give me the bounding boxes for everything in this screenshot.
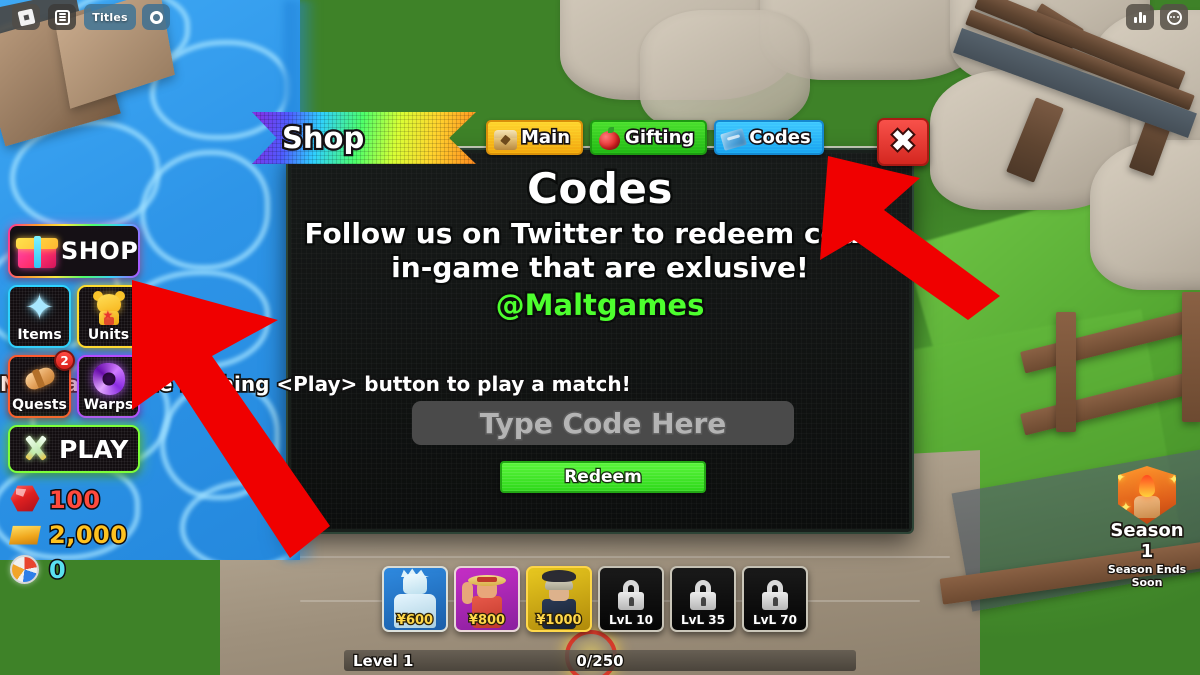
season-name: Season 1 xyxy=(1109,518,1185,563)
page-title: Codes xyxy=(525,164,675,213)
game-screen: Titles SHOP Items ★ xyxy=(0,0,1200,675)
codes-description-line-2: in-game that are exlusive! xyxy=(389,248,811,285)
xp-progress-bar: Level 1 0/250 xyxy=(344,650,856,671)
tab-gifting[interactable]: Gifting xyxy=(590,120,708,155)
unit-slot-locked[interactable]: LvL 10 xyxy=(598,566,664,632)
sidebar-row-2: 2 Quests Warps xyxy=(8,350,148,418)
currency-list: 100 2,000 0 xyxy=(8,484,148,585)
crossed-swords-icon xyxy=(18,432,54,466)
quests-label: Quests xyxy=(11,396,68,414)
shop-tabs: Main Gifting Codes xyxy=(486,120,824,155)
gift-box-icon xyxy=(16,232,58,270)
scroll-icon xyxy=(21,362,59,396)
roblox-topbar: Titles xyxy=(0,0,1200,34)
unit-slot-locked[interactable]: LvL 35 xyxy=(670,566,736,632)
more-chat-icon[interactable] xyxy=(1160,4,1188,30)
tab-main-label: Main xyxy=(519,125,571,149)
unit-slot-locked[interactable]: LvL 70 xyxy=(742,566,808,632)
lock-icon xyxy=(690,580,716,610)
gold-value: 2,000 xyxy=(47,519,128,550)
titles-button[interactable]: Titles xyxy=(84,4,136,30)
red-gem-icon xyxy=(8,485,42,515)
season-badge[interactable]: ✦ ✦ ✦ Season 1 Season Ends Soon xyxy=(1104,466,1190,590)
shop-banner: Shop xyxy=(252,112,476,164)
unit-price: ¥800 xyxy=(468,612,507,630)
titles-label: Titles xyxy=(92,10,128,24)
left-sidebar: SHOP Items ★ Units 2 Quests xyxy=(8,224,148,585)
pavement-seam xyxy=(250,556,950,558)
unlock-level: LvL 35 xyxy=(680,612,726,628)
sidebar-item-play[interactable]: PLAY xyxy=(8,425,140,473)
gear-icon[interactable] xyxy=(142,4,170,30)
sidebar-row-1: Items ★ Units xyxy=(8,285,148,348)
sidebar-item-units[interactable]: ★ Units xyxy=(77,285,140,348)
stats-bar-chart-icon[interactable] xyxy=(1126,4,1154,30)
unit-price: ¥600 xyxy=(396,612,435,630)
unit-slot[interactable]: ¥1000 xyxy=(526,566,592,632)
close-button[interactable]: ✖ xyxy=(877,118,929,166)
codes-description-line-1: Follow us on Twitter to redeem codes xyxy=(302,215,898,252)
blue-ticket-icon xyxy=(719,125,748,154)
roblox-logo-icon[interactable] xyxy=(12,4,40,30)
quests-badge: 2 xyxy=(54,350,75,371)
units-label: Units xyxy=(87,326,130,344)
season-shield-icon: ✦ ✦ ✦ xyxy=(1118,466,1176,524)
redeem-label: Redeem xyxy=(563,466,643,489)
sidebar-item-items[interactable]: Items xyxy=(8,285,71,348)
items-label: Items xyxy=(16,326,63,344)
unit-price: ¥1000 xyxy=(535,612,583,630)
gold-bar-icon xyxy=(8,520,42,550)
tab-codes[interactable]: Codes xyxy=(714,120,824,155)
twitter-handle[interactable]: @Maltgames xyxy=(291,286,909,325)
fence-post xyxy=(1182,292,1200,422)
lock-icon xyxy=(618,580,644,610)
currency-gems: 100 xyxy=(8,484,148,515)
unlock-level: LvL 70 xyxy=(752,612,798,628)
warps-label: Warps xyxy=(83,396,135,414)
tab-codes-label: Codes xyxy=(748,125,813,149)
menu-icon[interactable] xyxy=(48,4,76,30)
unlock-level: LvL 10 xyxy=(608,612,654,628)
snowflake-star-icon xyxy=(21,292,59,326)
strawberry-fruit-icon xyxy=(595,125,624,154)
tab-main[interactable]: Main xyxy=(486,120,584,155)
shop-label: SHOP xyxy=(60,236,139,267)
tab-gifting-label: Gifting xyxy=(623,125,695,149)
beach-ball-icon xyxy=(8,554,42,585)
fence-post xyxy=(1056,312,1076,432)
purple-spiral-icon xyxy=(90,362,128,396)
treasure-chest-icon xyxy=(491,125,520,154)
code-input[interactable]: Type Code Here xyxy=(412,401,794,445)
lock-icon xyxy=(762,580,788,610)
season-subtitle: Season Ends Soon xyxy=(1107,562,1188,590)
shop-panel: Codes Follow us on Twitter to redeem cod… xyxy=(286,148,914,534)
currency-ball: 0 xyxy=(8,554,148,585)
currency-gold: 2,000 xyxy=(8,519,148,550)
xp-value: 0/250 xyxy=(575,650,625,671)
unit-slot-bar: ¥600 ¥800 ¥1000 LvL 10 LvL 35 LvL 70 xyxy=(382,566,808,632)
gems-value: 100 xyxy=(48,484,102,515)
code-input-placeholder: Type Code Here xyxy=(478,405,728,441)
sidebar-item-quests[interactable]: 2 Quests xyxy=(8,350,75,418)
close-icon: ✖ xyxy=(888,124,917,159)
play-label: PLAY xyxy=(58,433,130,465)
sidebar-item-shop[interactable]: SHOP xyxy=(8,224,140,278)
ball-value: 0 xyxy=(47,554,67,585)
sidebar-item-warps[interactable]: Warps xyxy=(77,355,140,418)
redeem-button[interactable]: Redeem xyxy=(500,461,706,493)
unit-slot[interactable]: ¥800 xyxy=(454,566,520,632)
unit-slot[interactable]: ¥600 xyxy=(382,566,448,632)
shop-banner-label: Shop xyxy=(280,119,367,158)
bear-unit-icon: ★ xyxy=(90,291,128,326)
